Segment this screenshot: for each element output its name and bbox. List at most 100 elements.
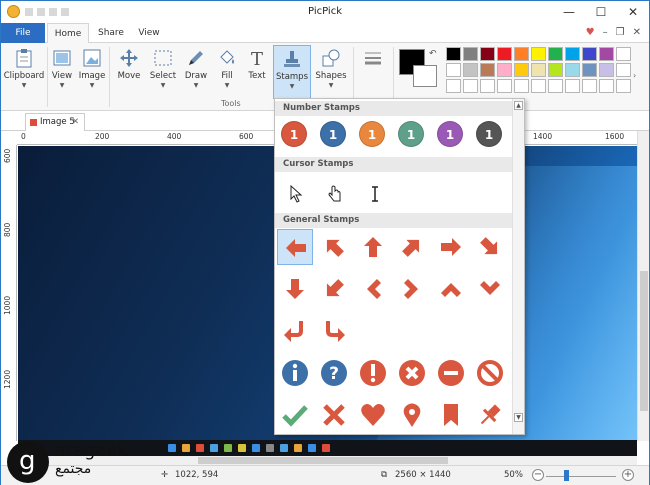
palette-swatch[interactable] [463,79,478,93]
zoom-out-button[interactable]: − [532,469,544,481]
push-pin-icon[interactable] [472,397,508,433]
palette-swatch[interactable] [497,47,512,61]
stamps-scrollbar[interactable]: ▲ ▼ [512,99,524,434]
number-stamp[interactable]: 1 [320,121,346,147]
palette-swatch[interactable] [480,79,495,93]
exclamation-icon[interactable] [355,355,391,391]
scroll-thumb[interactable] [198,457,448,464]
palette-swatch[interactable] [565,47,580,61]
tab-view[interactable]: View [133,23,165,43]
shapes-tool-button[interactable]: Shapes ▼ [313,45,349,97]
zoom-in-button[interactable]: + [622,469,634,481]
file-menu[interactable]: File [1,23,45,43]
arrow-down-icon[interactable] [277,271,313,307]
scroll-up-icon[interactable]: ▲ [514,101,523,110]
stamps-tool-button[interactable]: Stamps ▼ [273,45,311,99]
palette-swatch[interactable] [548,63,563,77]
arrow-up-left-icon[interactable] [316,229,352,265]
palette-swatch[interactable] [616,63,631,77]
close-button[interactable]: ✕ [617,1,649,23]
prohibited-icon[interactable] [472,355,508,391]
minus-circle-icon[interactable] [433,355,469,391]
zoom-slider-track[interactable] [546,476,616,477]
cross-icon[interactable] [316,397,352,433]
secondary-color-swatch[interactable] [413,65,437,87]
palette-swatch[interactable] [531,79,546,93]
text-cursor-stamp[interactable] [367,185,383,203]
tab-share[interactable]: Share [93,23,129,43]
line-width-button[interactable] [357,45,389,97]
arrow-cursor-stamp[interactable] [289,185,305,203]
number-stamp[interactable]: 1 [359,121,385,147]
palette-swatch[interactable] [582,63,597,77]
fill-tool-button[interactable]: Fill ▼ [213,45,241,97]
checkmark-icon[interactable] [277,397,313,433]
palette-swatch[interactable] [582,47,597,61]
scroll-down-icon[interactable]: ▼ [514,413,523,422]
palette-swatch[interactable] [514,63,529,77]
palette-swatch[interactable] [497,63,512,77]
clipboard-button[interactable]: Clipboard ▼ [3,45,45,97]
palette-swatch[interactable] [565,79,580,93]
vertical-scrollbar[interactable] [637,131,649,441]
palette-swatch[interactable] [599,47,614,61]
ribbon-scroll-right-icon[interactable]: › [633,71,636,80]
document-tab-image5[interactable]: Image 5 ✕ [25,113,85,131]
palette-swatch[interactable] [480,63,495,77]
arrow-up-icon[interactable] [355,229,391,265]
arrow-right-icon[interactable] [433,229,469,265]
palette-swatch[interactable] [463,47,478,61]
number-stamp[interactable]: 1 [476,121,502,147]
map-pin-icon[interactable] [394,397,430,433]
palette-swatch[interactable] [463,63,478,77]
curved-arrow-right-icon[interactable] [316,313,352,349]
tab-home[interactable]: Home [47,23,89,44]
info-icon[interactable] [277,355,313,391]
close-doc-icon[interactable]: ✕ [633,27,641,38]
restore-icon[interactable]: ❐ [616,27,625,38]
palette-swatch[interactable] [446,79,461,93]
minimize-button[interactable]: — [553,1,585,23]
bookmark-icon[interactable] [433,397,469,433]
zoom-slider-thumb[interactable] [564,470,569,481]
heart-icon[interactable] [355,397,391,433]
chevron-left-icon[interactable] [355,271,391,307]
palette-swatch[interactable] [548,79,563,93]
maximize-button[interactable]: ☐ [585,1,617,23]
minimize-ribbon-icon[interactable]: – [603,27,608,38]
view-button[interactable]: View ▼ [49,45,75,97]
cross-circle-icon[interactable] [394,355,430,391]
palette-swatch[interactable] [548,47,563,61]
palette-swatch[interactable] [565,63,580,77]
palette-swatch[interactable] [531,63,546,77]
palette-swatch[interactable] [480,47,495,61]
close-tab-icon[interactable]: ✕ [72,114,79,130]
arrow-down-right-icon[interactable] [472,229,508,265]
swap-colors-icon[interactable]: ↶ [429,49,437,59]
palette-swatch[interactable] [582,79,597,93]
heart-icon[interactable]: ♥ [586,27,595,38]
select-tool-button[interactable]: Select ▼ [147,45,179,97]
image-button[interactable]: Image ▼ [77,45,107,97]
number-stamp[interactable]: 1 [281,121,307,147]
curved-arrow-left-icon[interactable] [277,313,313,349]
palette-swatch[interactable] [531,47,546,61]
chevron-up-icon[interactable] [433,271,469,307]
palette-swatch[interactable] [446,47,461,61]
chevron-down-icon[interactable] [472,271,508,307]
palette-swatch[interactable] [599,79,614,93]
hand-cursor-stamp[interactable] [327,185,343,203]
palette-swatch[interactable] [616,47,631,61]
question-icon[interactable]: ? [316,355,352,391]
number-stamp[interactable]: 1 [437,121,463,147]
palette-swatch[interactable] [514,79,529,93]
arrow-down-left-icon[interactable] [316,271,352,307]
text-tool-button[interactable]: T Text [243,45,271,97]
palette-swatch[interactable] [599,63,614,77]
palette-swatch[interactable] [446,63,461,77]
draw-tool-button[interactable]: Draw ▼ [181,45,211,97]
palette-swatch[interactable] [514,47,529,61]
chevron-right-icon[interactable] [394,271,430,307]
move-tool-button[interactable]: Move [113,45,145,97]
arrow-up-right-icon[interactable] [394,229,430,265]
